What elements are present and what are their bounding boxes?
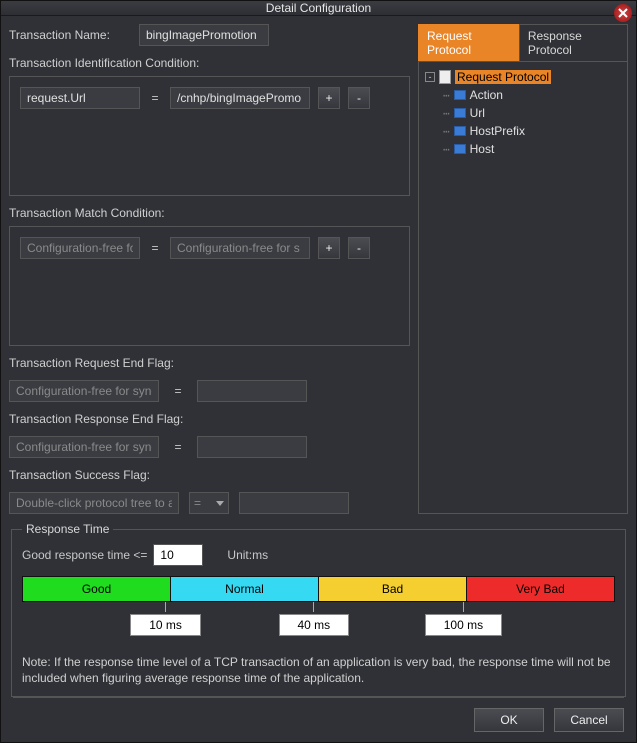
response-time-group: Response Time Good response time <= Unit… [11, 522, 626, 697]
minus-icon: - [357, 241, 361, 255]
tree-root-label: Request Protocol [455, 70, 551, 84]
content: Transaction Name: Transaction Identifica… [1, 16, 636, 514]
tree-connector-icon: ⋯ [443, 89, 450, 102]
tree-children: ⋯ Action ⋯ Url ⋯ HostPrefix [425, 86, 621, 158]
tree-collapse-icon[interactable]: - [425, 72, 435, 82]
ident-cond-box: = + - [9, 76, 410, 196]
response-time-legend: Response Time [22, 522, 113, 536]
seg-normal: Normal [171, 577, 319, 601]
req-end-op: = [169, 380, 187, 402]
resp-end-lhs-input[interactable] [9, 436, 159, 458]
tab-response-protocol[interactable]: Response Protocol [519, 24, 628, 61]
mark-2-value: 40 ms [279, 614, 350, 636]
transaction-name-label: Transaction Name: [9, 28, 129, 42]
succ-row: = [9, 492, 410, 514]
transaction-name-row: Transaction Name: [9, 24, 410, 46]
ident-lhs-input[interactable] [20, 87, 140, 109]
property-icon [454, 108, 466, 118]
mark-3[interactable]: 100 ms [425, 602, 502, 636]
tree-root[interactable]: - Request Protocol [425, 68, 621, 86]
resp-end-rhs-input[interactable] [197, 436, 307, 458]
seg-bad: Bad [319, 577, 467, 601]
cancel-button[interactable]: Cancel [554, 708, 624, 732]
ident-cond-label: Transaction Identification Condition: [9, 56, 410, 70]
tree-item-action[interactable]: ⋯ Action [443, 86, 621, 104]
tick-icon [165, 602, 166, 612]
req-end-lhs-input[interactable] [9, 380, 159, 402]
succ-op-select[interactable]: = [189, 492, 229, 514]
right-pane: Request Protocol Response Protocol - Req… [418, 24, 628, 514]
close-icon [618, 8, 628, 18]
match-remove-button[interactable]: - [348, 237, 370, 259]
succ-lhs-input[interactable] [9, 492, 179, 514]
tree-connector-icon: ⋯ [443, 107, 450, 120]
tab-request-protocol[interactable]: Request Protocol [418, 24, 519, 61]
good-response-row: Good response time <= Unit:ms [22, 544, 615, 566]
match-add-button[interactable]: + [318, 237, 340, 259]
plus-icon: + [325, 241, 332, 255]
good-response-label: Good response time <= [22, 548, 147, 562]
tree-connector-icon: ⋯ [443, 125, 450, 138]
response-time-wrap: Response Time Good response time <= Unit… [1, 514, 636, 697]
succ-op-value: = [194, 496, 201, 510]
dialog-title: Detail Configuration [266, 1, 371, 15]
match-cond-label: Transaction Match Condition: [9, 206, 410, 220]
mark-1[interactable]: 10 ms [130, 602, 201, 636]
tree-item-label: Host [470, 142, 495, 156]
plus-icon: + [325, 91, 332, 105]
property-icon [454, 126, 466, 136]
property-icon [454, 144, 466, 154]
protocol-tree[interactable]: - Request Protocol ⋯ Action ⋯ Url [418, 61, 628, 514]
left-pane: Transaction Name: Transaction Identifica… [9, 24, 410, 514]
mark-3-value: 100 ms [425, 614, 502, 636]
property-icon [454, 90, 466, 100]
dialog: Detail Configuration Transaction Name: T… [0, 0, 637, 743]
succ-label: Transaction Success Flag: [9, 468, 410, 482]
response-band: Good Normal Bad Very Bad [22, 576, 615, 602]
ok-button[interactable]: OK [474, 708, 544, 732]
response-marks: 10 ms 40 ms 100 ms [22, 602, 615, 646]
unit-label: Unit:ms [227, 548, 268, 562]
match-lhs-input[interactable] [20, 237, 140, 259]
document-icon [439, 70, 451, 84]
match-cond-box: = + - [9, 226, 410, 346]
protocol-tabs: Request Protocol Response Protocol [418, 24, 628, 61]
succ-rhs-input[interactable] [239, 492, 349, 514]
response-time-note: Note: If the response time level of a TC… [22, 654, 615, 686]
req-end-label: Transaction Request End Flag: [9, 356, 410, 370]
seg-very-bad: Very Bad [467, 577, 614, 601]
titlebar: Detail Configuration [1, 1, 636, 16]
tree-item-label: Url [470, 106, 485, 120]
tree-item-url[interactable]: ⋯ Url [443, 104, 621, 122]
tree-connector-icon: ⋯ [443, 143, 450, 156]
minus-icon: - [357, 91, 361, 105]
mark-2[interactable]: 40 ms [279, 602, 350, 636]
tick-icon [313, 602, 314, 612]
resp-end-op: = [169, 436, 187, 458]
tick-icon [463, 602, 464, 612]
req-end-rhs-input[interactable] [197, 380, 307, 402]
match-op: = [148, 237, 162, 259]
good-response-input[interactable] [153, 544, 203, 566]
tree-item-label: Action [470, 88, 503, 102]
match-rhs-input[interactable] [170, 237, 310, 259]
chevron-down-icon [216, 501, 224, 506]
seg-good: Good [23, 577, 171, 601]
resp-end-label: Transaction Response End Flag: [9, 412, 410, 426]
ident-remove-button[interactable]: - [348, 87, 370, 109]
ident-add-button[interactable]: + [318, 87, 340, 109]
resp-end-row: = [9, 436, 410, 458]
mark-1-value: 10 ms [130, 614, 201, 636]
req-end-row: = [9, 380, 410, 402]
close-button[interactable] [614, 4, 632, 22]
tree-item-label: HostPrefix [470, 124, 525, 138]
ident-rhs-input[interactable] [170, 87, 310, 109]
ident-op: = [148, 87, 162, 109]
tree-item-hostprefix[interactable]: ⋯ HostPrefix [443, 122, 621, 140]
footer: OK Cancel [1, 698, 636, 742]
tree-item-host[interactable]: ⋯ Host [443, 140, 621, 158]
transaction-name-input[interactable] [139, 24, 269, 46]
